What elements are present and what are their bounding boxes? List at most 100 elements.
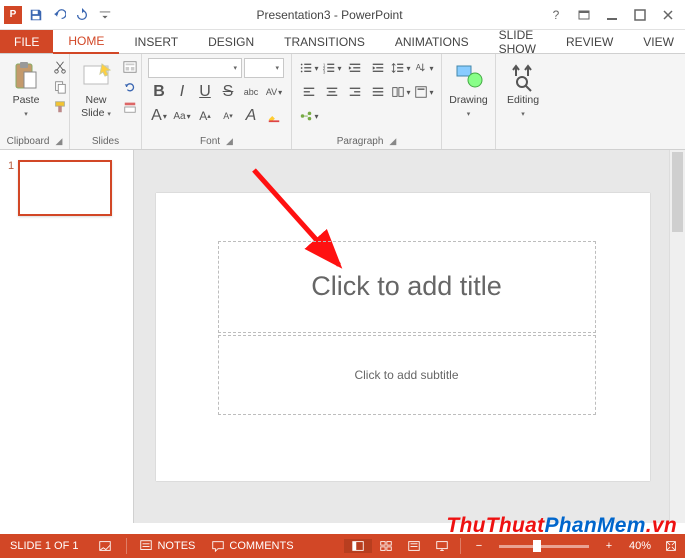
drawing-icon: [453, 60, 485, 92]
app-name: PowerPoint: [341, 8, 402, 22]
fit-to-window-button[interactable]: [657, 539, 685, 553]
title-placeholder[interactable]: Click to add title: [218, 241, 596, 333]
work-area: 1 Click to add title Click to add subtit…: [0, 150, 685, 523]
normal-view-button[interactable]: [344, 539, 372, 553]
group-font: ▾ ▾ B I U S abc AV▾ A▾ Aa▾ A▴ A▾ A Font ◢: [142, 54, 292, 149]
change-case-button[interactable]: Aa▾: [171, 106, 193, 126]
grow-font-button[interactable]: A▴: [194, 106, 216, 126]
slideshow-view-button[interactable]: [428, 539, 456, 553]
quick-access-toolbar: P: [0, 4, 116, 26]
format-painter-icon[interactable]: [50, 98, 70, 116]
reset-icon[interactable]: [120, 78, 140, 96]
customize-qat-icon[interactable]: [94, 4, 116, 26]
columns-button[interactable]: ▾: [390, 82, 412, 102]
increase-indent-button[interactable]: [367, 58, 389, 78]
paste-icon: [10, 60, 42, 92]
tab-animations[interactable]: ANIMATIONS: [380, 30, 484, 54]
tab-insert[interactable]: INSERT: [119, 30, 193, 54]
comments-button[interactable]: COMMENTS: [203, 534, 301, 558]
tab-slideshow[interactable]: SLIDE SHOW: [484, 30, 551, 54]
zoom-level[interactable]: 40%: [623, 540, 657, 552]
align-text-button[interactable]: ▾: [413, 82, 435, 102]
shrink-font-button[interactable]: A▾: [217, 106, 239, 126]
layout-icon[interactable]: [120, 58, 140, 76]
editing-label: Editing: [507, 94, 539, 106]
ribbon-display-icon[interactable]: [571, 4, 597, 26]
align-right-button[interactable]: [344, 82, 366, 102]
vertical-scrollbar[interactable]: [669, 150, 685, 523]
slides-label: Slides: [92, 136, 119, 147]
underline-button[interactable]: U: [194, 82, 216, 102]
editing-button[interactable]: Editing▾: [503, 58, 543, 121]
justify-button[interactable]: [367, 82, 389, 102]
numbering-button[interactable]: 123▾: [321, 58, 343, 78]
paste-button[interactable]: Paste▾: [6, 58, 46, 121]
font-label: Font: [200, 136, 220, 147]
scrollbar-thumb[interactable]: [672, 152, 683, 232]
italic-button[interactable]: I: [171, 82, 193, 102]
minimize-icon[interactable]: [599, 4, 625, 26]
align-left-button[interactable]: [298, 82, 320, 102]
zoom-slider[interactable]: [499, 545, 589, 548]
tab-transitions[interactable]: TRANSITIONS: [269, 30, 380, 54]
clipboard-launcher-icon[interactable]: ◢: [55, 136, 62, 147]
clipboard-label: Clipboard: [7, 136, 50, 147]
align-center-button[interactable]: [321, 82, 343, 102]
subtitle-placeholder[interactable]: Click to add subtitle: [218, 335, 596, 415]
font-launcher-icon[interactable]: ◢: [226, 136, 233, 147]
maximize-icon[interactable]: [627, 4, 653, 26]
new-slide-button[interactable]: NewSlide ▾: [76, 58, 116, 121]
reading-view-button[interactable]: [400, 539, 428, 553]
paragraph-label: Paragraph: [337, 136, 384, 147]
section-icon[interactable]: [120, 98, 140, 116]
title-placeholder-text: Click to add title: [311, 271, 502, 302]
thumbnail-number: 1: [8, 160, 14, 216]
smartart-button[interactable]: ▾: [298, 106, 320, 126]
help-icon[interactable]: ?: [543, 4, 569, 26]
title-bar: P Presentation3 - PowerPoint ?: [0, 0, 685, 30]
spellcheck-icon[interactable]: [98, 539, 112, 553]
undo-icon[interactable]: [48, 4, 70, 26]
clear-formatting-button[interactable]: A: [240, 106, 262, 126]
highlight-button[interactable]: [263, 106, 285, 126]
font-color-button[interactable]: A▾: [148, 106, 170, 126]
tab-file[interactable]: FILE: [0, 30, 53, 54]
zoom-in-button[interactable]: +: [595, 540, 623, 552]
find-icon: [507, 60, 539, 92]
bullets-button[interactable]: ▾: [298, 58, 320, 78]
font-size-combo[interactable]: ▾: [244, 58, 284, 78]
cut-icon[interactable]: [50, 58, 70, 76]
new-slide-icon: [80, 60, 112, 92]
line-spacing-button[interactable]: ▾: [390, 58, 412, 78]
decrease-indent-button[interactable]: [344, 58, 366, 78]
paragraph-launcher-icon[interactable]: ◢: [389, 136, 396, 147]
redo-icon[interactable]: [71, 4, 93, 26]
text-shadow-button[interactable]: abc: [240, 82, 262, 102]
zoom-out-button[interactable]: −: [465, 540, 493, 552]
app-icon[interactable]: P: [2, 4, 24, 26]
char-spacing-button[interactable]: AV▾: [263, 82, 285, 102]
drawing-button[interactable]: Drawing▾: [445, 58, 492, 121]
thumbnail-preview: [18, 160, 112, 216]
tab-view[interactable]: VIEW: [628, 30, 685, 54]
slide-editor: Click to add title Click to add subtitle: [134, 150, 685, 523]
zoom-slider-thumb[interactable]: [533, 540, 541, 552]
slide-sorter-button[interactable]: [372, 539, 400, 553]
paste-label: Paste: [13, 94, 40, 106]
font-family-combo[interactable]: ▾: [148, 58, 242, 78]
slide-canvas[interactable]: Click to add title Click to add subtitle: [156, 193, 650, 481]
bold-button[interactable]: B: [148, 82, 170, 102]
save-icon[interactable]: [25, 4, 47, 26]
newslide-label1: New: [85, 94, 106, 106]
text-direction-button[interactable]: A▾: [413, 58, 435, 78]
close-icon[interactable]: [655, 4, 681, 26]
slide-thumbnail-1[interactable]: 1: [8, 160, 125, 216]
tab-design[interactable]: DESIGN: [193, 30, 269, 54]
tab-review[interactable]: REVIEW: [551, 30, 628, 54]
thumbnail-pane: 1: [0, 150, 134, 523]
strikethrough-button[interactable]: S: [217, 82, 239, 102]
notes-button[interactable]: NOTES: [131, 534, 203, 558]
tab-home[interactable]: HOME: [53, 30, 119, 54]
copy-icon[interactable]: [50, 78, 70, 96]
ribbon: Paste▾ Clipboard◢ NewSlide ▾ Slides: [0, 54, 685, 150]
